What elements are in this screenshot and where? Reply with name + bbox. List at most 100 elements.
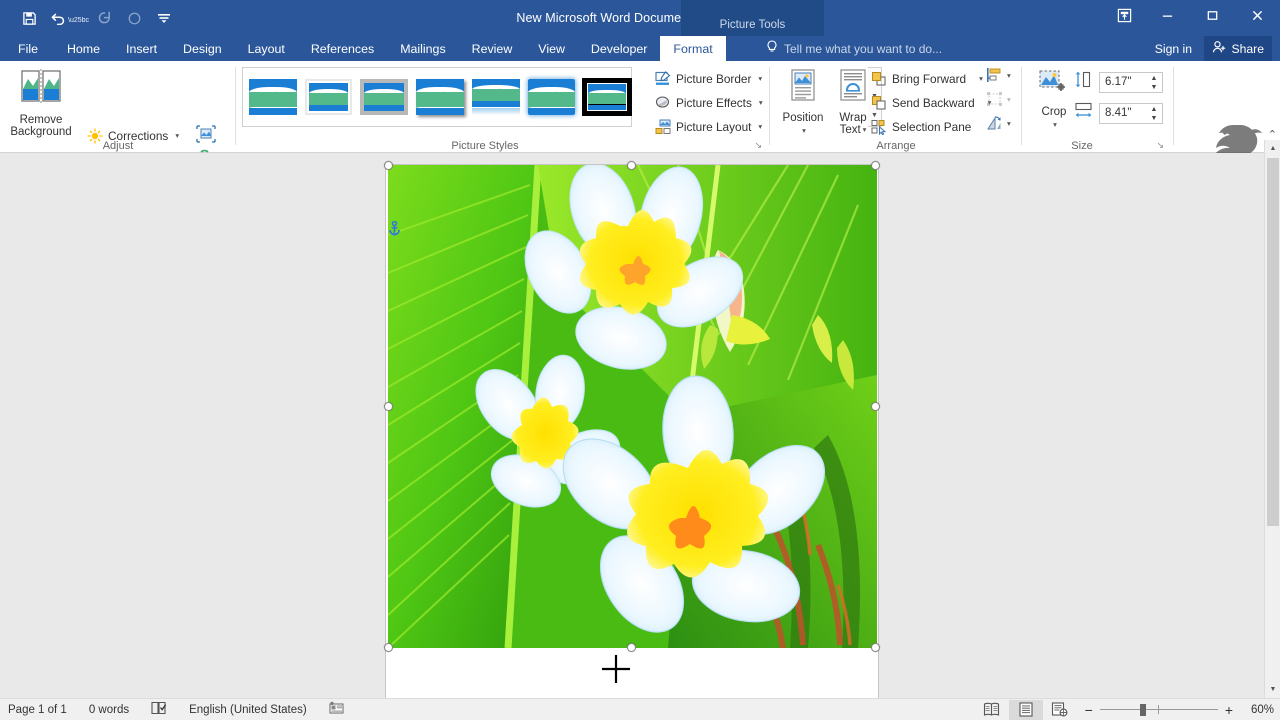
ribbon-display-options-icon[interactable] xyxy=(1103,0,1145,30)
selection-handle-middle-right[interactable] xyxy=(871,402,880,411)
status-bar: Page 1 of 1 0 words English (United Stat… xyxy=(0,698,1280,720)
tab-home[interactable]: Home xyxy=(54,36,113,61)
macro-record-icon[interactable] xyxy=(329,701,344,718)
window-controls xyxy=(1103,0,1280,36)
tab-design[interactable]: Design xyxy=(170,36,235,61)
remove-background-label-2: Background xyxy=(10,126,72,138)
position-caret-icon[interactable]: ▾ xyxy=(802,125,806,138)
selection-handle-middle-left[interactable] xyxy=(384,402,393,411)
print-layout-button[interactable] xyxy=(1008,699,1043,720)
align-button[interactable]: ▾ xyxy=(986,67,1011,83)
picture-layout-caret-icon[interactable]: ▾ xyxy=(758,122,762,131)
shape-height-input[interactable]: 6.17" ▲ ▼ xyxy=(1099,71,1163,93)
vertical-scrollbar[interactable]: ⌃ ▲ ▼ xyxy=(1264,129,1280,698)
adjust-group-label: Adjust xyxy=(102,140,134,152)
word-window: \u25bc New Microsoft Word Document.docx … xyxy=(0,0,1280,720)
picture-border-button[interactable]: Picture Border ▾ xyxy=(654,70,762,87)
shape-width-input[interactable]: 8.41" ▲ ▼ xyxy=(1099,102,1163,124)
picture-style-thumb-selected[interactable] xyxy=(582,78,632,116)
selection-handle-top-right[interactable] xyxy=(871,161,880,170)
plumeria-photo xyxy=(388,165,877,648)
status-bar-left: Page 1 of 1 0 words English (United Stat… xyxy=(0,701,344,718)
tab-developer[interactable]: Developer xyxy=(578,36,660,61)
selection-handle-top-left[interactable] xyxy=(384,161,393,170)
align-caret-icon[interactable]: ▾ xyxy=(1007,71,1011,80)
picture-style-thumb[interactable] xyxy=(304,79,353,115)
crop-label: Crop xyxy=(1041,105,1067,118)
ribbon-group-arrange: Position ▾ Wrap Text ▾ Bring Forward ▾ S… xyxy=(770,61,1022,153)
shape-width-stepper[interactable]: ▲ ▼ xyxy=(1148,105,1160,124)
scroll-up-button[interactable]: ▲ xyxy=(1265,140,1280,157)
tab-view[interactable]: View xyxy=(525,36,578,61)
position-button[interactable]: Position ▾ xyxy=(780,69,826,138)
tab-review[interactable]: Review xyxy=(459,36,526,61)
remove-background-button[interactable]: Remove Background xyxy=(8,69,74,139)
picture-style-thumb[interactable] xyxy=(471,79,520,115)
picture-style-thumb[interactable] xyxy=(360,79,409,115)
word-count[interactable]: 0 words xyxy=(89,704,129,716)
picture-styles-group-label: Picture Styles xyxy=(451,140,519,152)
picture-style-thumb[interactable] xyxy=(416,79,464,115)
tab-references[interactable]: References xyxy=(298,36,387,61)
picture-styles-dialog-launcher[interactable]: ↘ xyxy=(754,140,762,151)
bring-forward-caret-icon[interactable]: ▾ xyxy=(979,74,983,83)
zoom-slider-knob[interactable] xyxy=(1139,703,1146,716)
anchor-icon xyxy=(388,220,401,236)
proofing-icon[interactable] xyxy=(151,701,167,718)
web-layout-button[interactable] xyxy=(1043,700,1077,720)
minimize-button[interactable] xyxy=(1145,0,1190,30)
picture-style-thumb[interactable] xyxy=(527,79,576,115)
size-dialog-launcher[interactable]: ↘ xyxy=(1156,140,1164,151)
bring-forward-label: Bring Forward xyxy=(892,71,967,86)
rotate-caret-icon[interactable]: ▾ xyxy=(1007,119,1011,128)
zoom-level-label[interactable]: 60% xyxy=(1240,704,1274,716)
zoom-slider[interactable]: − + 60% xyxy=(1085,702,1274,718)
zoom-out-button[interactable]: − xyxy=(1085,702,1093,718)
picture-effects-caret-icon[interactable]: ▾ xyxy=(759,98,763,107)
selection-pane-icon xyxy=(870,118,887,135)
close-button[interactable] xyxy=(1235,0,1280,30)
selection-handle-bottom-left[interactable] xyxy=(384,643,393,652)
corrections-caret-icon[interactable]: ▾ xyxy=(175,131,179,140)
tell-me-search[interactable]: Tell me what you want to do... xyxy=(766,36,942,61)
selection-pane-button[interactable]: Selection Pane xyxy=(870,118,971,135)
group-button: ▾ xyxy=(986,91,1011,107)
scrollbar-thumb[interactable] xyxy=(1267,158,1279,526)
read-mode-button[interactable] xyxy=(975,700,1009,720)
tab-format[interactable]: Format xyxy=(660,36,726,61)
wrap-text-caret-icon[interactable]: ▾ xyxy=(863,124,867,137)
share-button[interactable]: Share xyxy=(1204,36,1272,61)
rotate-button[interactable]: ▾ xyxy=(986,115,1011,131)
wrap-text-label-2: Text xyxy=(839,124,861,136)
crop-caret-icon[interactable]: ▾ xyxy=(1053,119,1057,132)
selection-handle-top-center[interactable] xyxy=(627,161,636,170)
page-indicator[interactable]: Page 1 of 1 xyxy=(8,704,67,716)
bring-forward-button[interactable]: Bring Forward ▾ xyxy=(870,70,983,87)
position-label: Position xyxy=(782,111,824,124)
ribbon-group-picture-styles: ▲ ▼ ▼ Picture Border ▾ Picture Effects ▾ xyxy=(236,61,882,153)
picture-style-thumb[interactable] xyxy=(249,79,297,115)
ribbon-tabs: File Home Insert Design Layout Reference… xyxy=(0,36,726,61)
sign-in-button[interactable]: Sign in xyxy=(1155,36,1192,61)
send-backward-button[interactable]: Send Backward ▾ xyxy=(870,94,991,111)
maximize-restore-button[interactable] xyxy=(1190,0,1235,30)
zoom-track[interactable] xyxy=(1099,703,1218,717)
tab-layout[interactable]: Layout xyxy=(235,36,298,61)
scroll-down-button[interactable]: ▼ xyxy=(1265,681,1280,698)
picture-styles-gallery[interactable] xyxy=(242,67,632,127)
tab-file[interactable]: File xyxy=(0,36,54,61)
selected-picture[interactable] xyxy=(388,165,877,648)
selection-handle-bottom-right[interactable] xyxy=(871,643,880,652)
tab-mailings[interactable]: Mailings xyxy=(387,36,458,61)
remove-background-label-1: Remove xyxy=(19,113,63,126)
crop-button[interactable]: Crop ▾ xyxy=(1030,69,1078,132)
selection-handle-bottom-center[interactable] xyxy=(627,643,636,652)
language-indicator[interactable]: English (United States) xyxy=(189,704,307,716)
tab-insert[interactable]: Insert xyxy=(113,36,170,61)
tell-me-placeholder: Tell me what you want to do... xyxy=(784,41,943,56)
zoom-in-button[interactable]: + xyxy=(1225,702,1233,718)
shape-height-stepper[interactable]: ▲ ▼ xyxy=(1148,74,1160,93)
picture-border-caret-icon[interactable]: ▾ xyxy=(758,74,762,83)
picture-layout-button[interactable]: Picture Layout ▾ xyxy=(654,118,762,135)
picture-effects-button[interactable]: Picture Effects ▾ xyxy=(654,94,763,111)
